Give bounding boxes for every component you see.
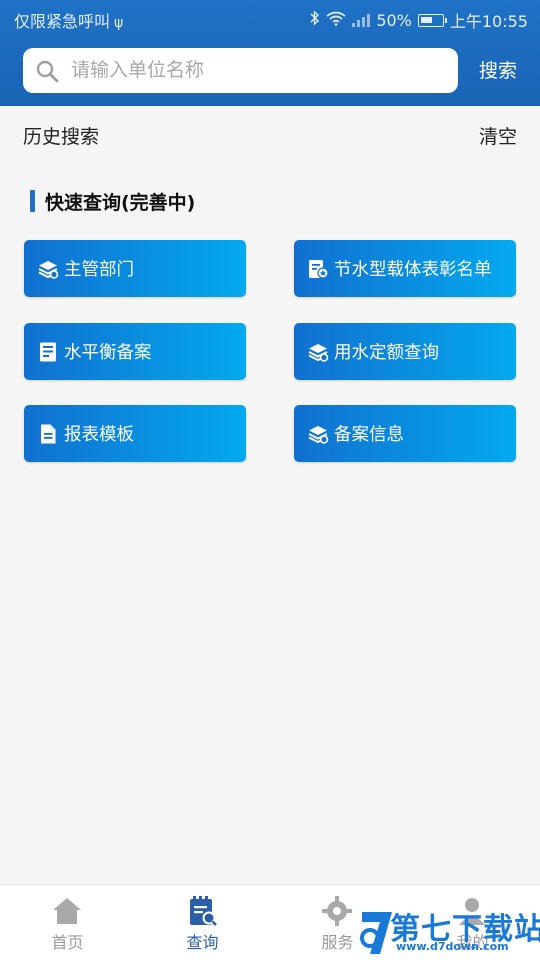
quick-button-label: 节水型载体表彰名单 [334,260,492,280]
gear-icon [322,896,352,926]
battery-icon [417,13,447,27]
usb-icon: ψ [114,15,124,31]
nav-item-query[interactable]: 查询 [135,885,270,960]
query-icon [190,896,217,926]
quick-button-label: 用水定额查询 [334,343,439,363]
layers-icon [308,426,329,444]
battery-percent: 50% [376,10,412,30]
nav-item-home[interactable]: 首页 [0,885,135,960]
quick-query-title: 快速查询(完善中) [45,192,196,214]
quick-button-label: 备案信息 [334,425,404,445]
history-title: 历史搜索 [23,126,100,148]
layers-icon [308,344,329,362]
quick-button-report-template[interactable]: 报表模板 [24,405,246,462]
section-accent-bar [30,190,35,212]
nav-label: 首页 [51,933,84,952]
watermark-url: www.d7down.com [396,940,509,953]
bluetooth-icon [310,10,320,30]
quick-button-label: 水平衡备案 [64,343,152,363]
search-input[interactable] [71,54,441,86]
status-right: 50% 上午10:55 [310,8,528,32]
quick-button-department[interactable]: 主管部门 [24,240,246,297]
clock: 上午10:55 [449,12,528,31]
carrier-text: 仅限紧急呼叫 [14,12,111,31]
quick-button-label: 主管部门 [64,260,134,280]
wifi-icon [326,11,346,30]
layers-icon [38,261,59,279]
status-bar: 仅限紧急呼叫 ψ 50% 上午10:55 [0,0,540,36]
site-watermark: 第七下载站 www.d7down.com [356,902,540,958]
search-icon [36,60,59,83]
quick-button-water-quota[interactable]: 用水定额查询 [294,323,516,380]
clear-history-button[interactable]: 清空 [479,122,517,149]
app-header: 仅限紧急呼叫ψ 50% 上午10:55 搜索 [0,0,540,106]
certificate-icon [309,260,329,279]
quick-button-filing-info[interactable]: 备案信息 [294,405,516,462]
search-button[interactable]: 搜索 [468,57,528,85]
quick-button-water-saving-list[interactable]: 节水型载体表彰名单 [294,240,516,297]
ledger-icon [40,342,56,362]
nav-label: 查询 [186,933,219,952]
status-left: 仅限紧急呼叫 ψ [14,8,123,32]
signal-icon [352,13,371,27]
home-icon [53,898,81,924]
quick-button-water-balance[interactable]: 水平衡备案 [24,323,246,380]
search-box[interactable] [23,48,458,93]
quick-button-label: 报表模板 [64,425,134,445]
document-icon [41,424,56,444]
